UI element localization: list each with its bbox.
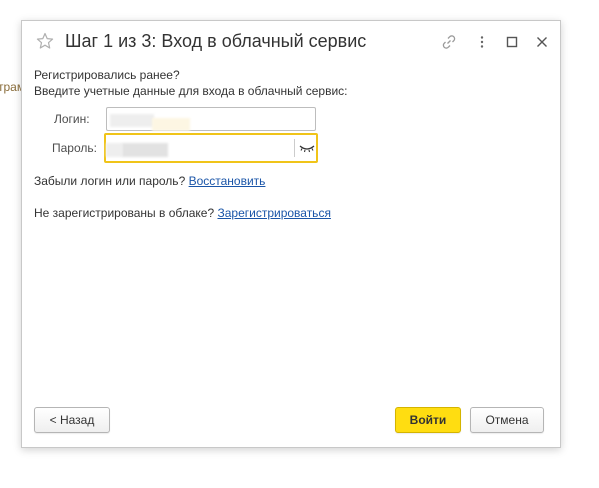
password-row: Пароль: <box>34 133 548 163</box>
forgot-credentials-text: Забыли логин или пароль? <box>34 174 186 188</box>
dialog-title: Шаг 1 из 3: Вход в облачный сервис <box>65 31 367 51</box>
password-toggle-separator <box>294 139 295 157</box>
cloud-login-dialog: Шаг 1 из 3: Вход в облачный сервис Регис… <box>21 20 561 448</box>
register-link[interactable]: Зарегистрироваться <box>217 206 330 220</box>
dialog-titlebar: Шаг 1 из 3: Вход в облачный сервис <box>22 21 560 63</box>
login-row: Логин: <box>34 107 548 131</box>
maximize-icon[interactable] <box>503 33 521 51</box>
redacted-password-value <box>122 143 168 157</box>
link-icon[interactable] <box>440 33 458 51</box>
login-button[interactable]: Войти <box>395 407 461 433</box>
registered-question: Регистрировались ранее? <box>34 68 180 82</box>
close-icon[interactable] <box>533 33 551 51</box>
forgot-credentials-line: Забыли логин или пароль? Восстановить <box>34 173 265 189</box>
back-button[interactable]: < Назад <box>34 407 110 433</box>
redacted-login-value <box>110 114 154 127</box>
not-registered-text: Не зарегистрированы в облаке? <box>34 206 215 220</box>
password-label: Пароль: <box>52 141 97 155</box>
star-icon[interactable] <box>36 32 54 50</box>
redacted-login-shadow <box>152 118 190 131</box>
redacted-password-left <box>106 143 122 157</box>
eye-closed-icon[interactable] <box>297 140 317 156</box>
restore-link[interactable]: Восстановить <box>189 174 266 188</box>
not-registered-line: Не зарегистрированы в облаке? Зарегистри… <box>34 205 331 221</box>
more-vertical-icon[interactable] <box>473 33 491 51</box>
instruction-text: Введите учетные данные для входа в облач… <box>34 84 348 98</box>
dialog-content: Регистрировались ранее? Введите учетные … <box>34 67 548 220</box>
login-label: Логин: <box>54 112 90 126</box>
cancel-button[interactable]: Отмена <box>470 407 544 433</box>
